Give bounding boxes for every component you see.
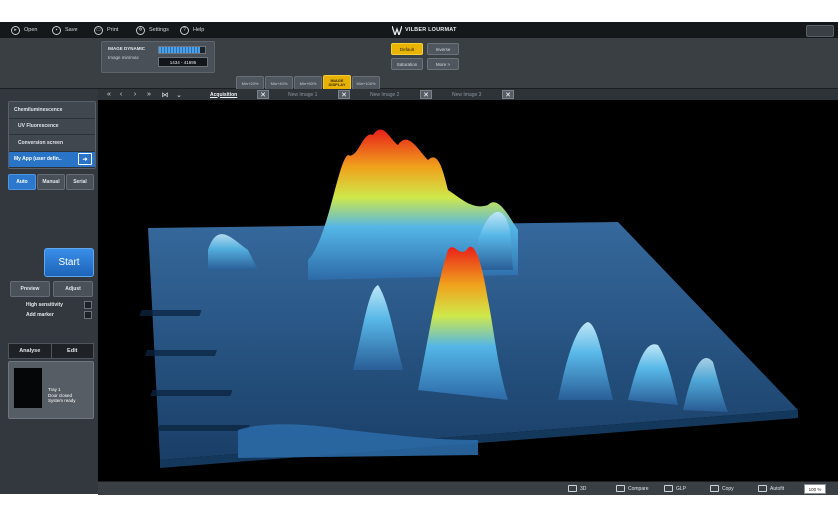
tab-edit[interactable]: Edit <box>50 344 94 358</box>
gear-icon: ✲ <box>136 25 145 35</box>
3d-view-button[interactable]: 3D <box>568 484 586 493</box>
menu-print-label: Print <box>107 27 119 33</box>
tab-new-image-3[interactable]: New Image 3 <box>452 90 481 99</box>
display-toolbar: IMAGE DYNAMIC Image min/max 1434 - 41695… <box>0 39 838 91</box>
dynamic-level-fill <box>159 47 201 53</box>
start-button[interactable]: Start <box>44 248 94 277</box>
tab-analyse[interactable]: Analyse <box>9 344 51 358</box>
image-dynamic-panel: IMAGE DYNAMIC Image min/max 1434 - 41695 <box>101 41 215 73</box>
tray-status-panel: Tray 1 Door closed System ready <box>8 361 94 419</box>
menu-settings[interactable]: ✲ Settings <box>136 25 169 35</box>
preview-button[interactable]: Preview <box>10 281 50 297</box>
zoom-level-field[interactable]: 100 % <box>804 484 826 494</box>
dynamic-subtitle: Image min/max <box>108 55 139 60</box>
mode-uv-fluorescence[interactable]: UV Fluorescence <box>9 119 95 135</box>
3d-label: 3D <box>580 485 587 492</box>
save-icon: ▪ <box>52 25 61 35</box>
folder-icon: ▸ <box>11 25 20 35</box>
serial-mode-button[interactable]: Serial <box>66 174 94 190</box>
close-acquisition-tab-icon[interactable]: ✕ <box>257 90 269 99</box>
mode-chemiluminescence[interactable]: Chemiluminescence <box>9 102 95 119</box>
inverse-button[interactable]: Inverse <box>427 43 459 55</box>
chevron-down-icon[interactable]: ⌄ <box>174 90 184 99</box>
dynamic-title: IMAGE DYNAMIC <box>108 46 145 51</box>
copy-label: Copy <box>722 485 734 492</box>
brand-logo: VILBER LOURMAT <box>392 25 457 35</box>
dynamic-range-value[interactable]: 1434 - 41695 <box>158 57 208 67</box>
tab-new-image-2[interactable]: New Image 2 <box>370 90 399 99</box>
min-20-button[interactable]: Min+20% <box>236 76 264 90</box>
menu-open[interactable]: ▸ Open <box>11 25 37 35</box>
exit-icon[interactable]: ➜ <box>78 153 92 166</box>
shield-icon <box>664 485 673 492</box>
add-marker-label: Add marker <box>26 312 54 318</box>
min-100-button[interactable]: Min+100% <box>352 76 380 90</box>
menu-help-label: Help <box>193 27 205 33</box>
left-control-panel: Chemiluminescence UV Fluorescence Conver… <box>0 89 98 494</box>
dynamic-level-bar[interactable] <box>158 46 206 54</box>
next-image-button[interactable]: › <box>130 90 140 99</box>
adjust-button[interactable]: Adjust <box>53 281 93 297</box>
compare-label: Compare <box>628 485 649 492</box>
menu-save[interactable]: ▪ Save <box>52 25 78 35</box>
manual-mode-button[interactable]: Manual <box>37 174 65 190</box>
autofit-button[interactable]: Autofit <box>758 484 784 493</box>
add-marker-option: Add marker <box>26 311 92 319</box>
high-sensitivity-checkbox[interactable] <box>84 301 92 309</box>
mode-my-app-label: My App (user defin.. <box>14 156 62 163</box>
tab-new-image-1[interactable]: New Image 1 <box>288 90 317 99</box>
collapse-icon[interactable]: ⋈ <box>160 90 170 99</box>
copy-button[interactable]: Copy <box>710 484 734 493</box>
prev-image-button[interactable]: ‹ <box>116 90 126 99</box>
min-60-button[interactable]: Min+60% <box>294 76 322 90</box>
high-sensitivity-option: High sensitivity <box>26 301 92 309</box>
mode-my-app[interactable]: My App (user defin.. ➜ <box>9 151 95 168</box>
image-tabs-row: « ‹ › » ⋈ ⌄ Acquisition ✕ New Image 1 ✕ … <box>98 89 838 100</box>
first-image-button[interactable]: « <box>104 90 114 99</box>
last-image-button[interactable]: » <box>144 90 154 99</box>
print-icon: ▭ <box>94 25 103 35</box>
saturation-button[interactable]: Saturation <box>391 58 423 70</box>
auto-mode-button[interactable]: Auto <box>8 174 36 190</box>
menu-open-label: Open <box>24 27 38 33</box>
imaging-app-window: ▸ Open ▪ Save ▭ Print ✲ Settings ? Help … <box>0 22 838 495</box>
cube-icon <box>568 485 577 492</box>
copy-icon <box>710 485 719 492</box>
analyse-edit-tabs: Analyse Edit <box>8 343 94 359</box>
mode-conversion-screen[interactable]: Conversion screen <box>9 135 95 152</box>
brand-name: VILBER LOURMAT <box>405 27 457 33</box>
high-sensitivity-label: High sensitivity <box>26 302 63 308</box>
3d-image-viewport[interactable] <box>98 100 838 481</box>
autofit-label: Autofit <box>770 485 785 492</box>
vilber-logo-icon <box>392 25 402 35</box>
menu-settings-label: Settings <box>149 27 169 33</box>
glp-button[interactable]: GLP <box>664 484 686 493</box>
menu-print[interactable]: ▭ Print <box>94 25 118 35</box>
tray-line-3: System ready <box>48 398 76 403</box>
checkbox-icon <box>758 485 767 492</box>
glp-label: GLP <box>676 485 687 492</box>
min-40-button[interactable]: Min+40% <box>265 76 293 90</box>
window-controls[interactable] <box>806 25 834 37</box>
application-mode-list: Chemiluminescence UV Fluorescence Conver… <box>8 101 96 169</box>
tray-status-text: Tray 1 Door closed System ready <box>48 387 76 404</box>
tray-thumbnail <box>14 368 42 408</box>
compare-button[interactable]: Compare <box>616 484 649 493</box>
help-icon: ? <box>180 25 189 35</box>
menu-help[interactable]: ? Help <box>180 25 204 35</box>
close-new-image-2-tab-icon[interactable]: ✕ <box>420 90 432 99</box>
menu-save-label: Save <box>65 27 78 33</box>
close-new-image-1-tab-icon[interactable]: ✕ <box>338 90 350 99</box>
close-new-image-3-tab-icon[interactable]: ✕ <box>502 90 514 99</box>
default-button[interactable]: Default <box>391 43 423 55</box>
bottom-toolbar: 3D Compare GLP Copy Autofit 100 % <box>98 481 838 495</box>
menu-bar: ▸ Open ▪ Save ▭ Print ✲ Settings ? Help … <box>0 22 838 39</box>
3d-surface-plot-image <box>139 129 798 468</box>
more-button[interactable]: More > <box>427 58 459 70</box>
add-marker-checkbox[interactable] <box>84 311 92 319</box>
tab-acquisition[interactable]: Acquisition <box>210 90 237 99</box>
compare-icon <box>616 485 625 492</box>
